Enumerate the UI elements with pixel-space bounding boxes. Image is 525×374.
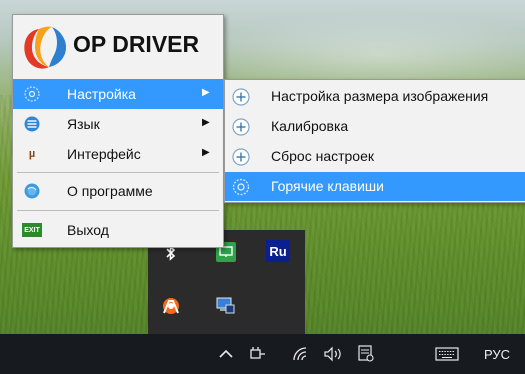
language-list-icon [22, 115, 42, 133]
app-logo-header: OP DRIVER [13, 15, 223, 77]
submenu-arrow-icon: ▶ [202, 117, 210, 128]
taskbar: РУС [0, 334, 525, 374]
submenu-arrow-icon: ▶ [202, 87, 210, 98]
submenu-item-label: Калибровка [271, 118, 349, 134]
volume-speaker-icon[interactable] [320, 334, 346, 374]
network-connection-icon[interactable] [214, 295, 236, 317]
hotkey-gear-icon [231, 177, 251, 197]
settings-submenu: Настройка размера изображения Калибровка… [224, 79, 525, 203]
menu-item-label: Язык [67, 116, 100, 132]
submenu-item-image-size[interactable]: Настройка размера изображения [225, 82, 525, 111]
submenu-item-label: Настройка размера изображения [271, 88, 489, 104]
plus-circle-icon [231, 117, 251, 137]
plus-circle-icon [231, 147, 251, 167]
antivirus-icon[interactable] [160, 295, 182, 317]
menu-item-label: Интерфейс [67, 146, 141, 162]
menu-separator [17, 172, 219, 173]
menu-item-label: Выход [67, 222, 109, 238]
op-driver-logo-icon [24, 26, 67, 69]
menu-item-settings[interactable]: Настройка ▶ [13, 79, 223, 109]
menu-item-about[interactable]: О программе [13, 176, 223, 206]
about-globe-icon [22, 182, 42, 200]
plus-circle-icon [231, 87, 251, 107]
show-hidden-icons-chevron-icon[interactable] [214, 334, 238, 374]
action-center-icon[interactable] [354, 334, 378, 374]
input-language-indicator[interactable]: РУС [474, 334, 520, 374]
submenu-item-label: Горячие клавиши [271, 178, 384, 194]
submenu-arrow-icon: ▶ [202, 147, 210, 158]
tray-context-menu: OP DRIVER Настройка ▶ Язык ▶ µ Интерфейс… [12, 14, 224, 248]
app-logo-text: OP DRIVER [73, 31, 200, 57]
power-plug-icon[interactable] [246, 334, 270, 374]
menu-item-exit[interactable]: EXIT Выход [13, 215, 223, 245]
menu-item-interface[interactable]: µ Интерфейс ▶ [13, 139, 223, 169]
submenu-item-hotkeys[interactable]: Горячие клавиши [225, 172, 525, 201]
submenu-item-label: Сброс настроек [271, 148, 375, 164]
menu-item-language[interactable]: Язык ▶ [13, 109, 223, 139]
interface-icon: µ [28, 148, 36, 160]
settings-gear-icon [22, 85, 42, 103]
submenu-item-reset-settings[interactable]: Сброс настроек [225, 142, 525, 171]
menu-item-label: О программе [67, 183, 153, 199]
menu-item-label: Настройка [67, 86, 136, 102]
menu-separator [17, 210, 219, 211]
exit-icon: EXIT [22, 223, 42, 237]
touch-keyboard-icon[interactable] [430, 334, 464, 374]
language-ru-icon[interactable]: Ru [266, 240, 290, 262]
submenu-item-calibration[interactable]: Калибровка [225, 112, 525, 141]
wifi-icon[interactable] [288, 334, 314, 374]
